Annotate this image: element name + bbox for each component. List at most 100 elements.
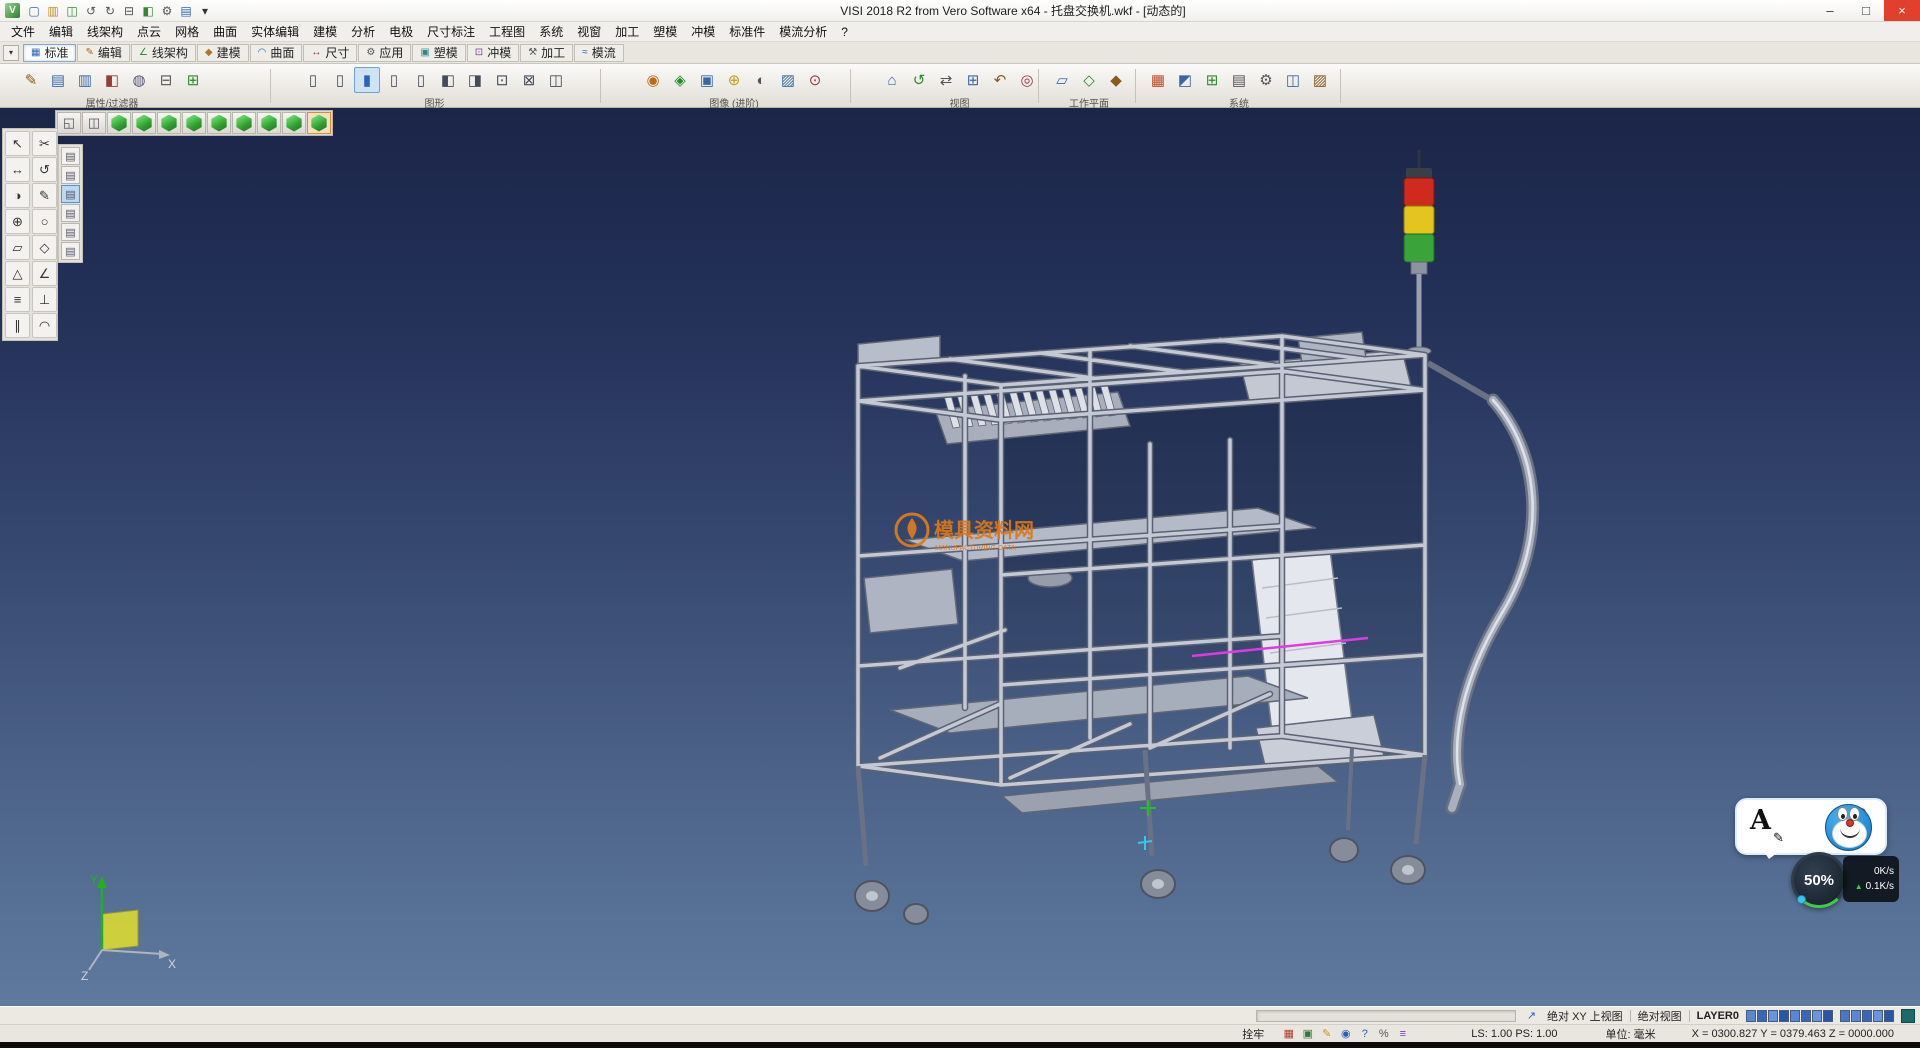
rotate-view-icon[interactable]: ↺ [906, 67, 932, 93]
system-table-icon[interactable]: ▤ [1226, 67, 1252, 93]
widget-dot-icon[interactable] [1797, 895, 1806, 904]
filter-type-icon[interactable]: ◍ [126, 67, 152, 93]
layer-color-swatch[interactable] [1768, 1010, 1778, 1022]
filter-add-icon[interactable]: ⊞ [180, 67, 206, 93]
menu-window[interactable]: 视窗 [570, 21, 608, 42]
absolute-view-label[interactable]: 绝对视图 [1638, 1008, 1682, 1024]
tab-dropdown-button[interactable]: ▾ [3, 45, 19, 61]
3d-viewport[interactable]: 模具资料网 MANUFACTURING DATA ◱◫ ↖✂↔↺◑✎⊕○▱◇△∠… [0, 108, 1920, 1006]
help-icon[interactable]: ? [1356, 1026, 1373, 1042]
layer-color-swatch[interactable] [1851, 1010, 1861, 1022]
help-book-icon[interactable]: ▤ [177, 2, 195, 20]
image-capture-icon[interactable]: ▣ [1299, 1026, 1316, 1042]
workplane-view-icon[interactable]: ◆ [1103, 67, 1129, 93]
menu-electrode[interactable]: 电极 [382, 21, 420, 42]
tab-dimension[interactable]: ↔尺寸 [303, 44, 357, 62]
menu-mold[interactable]: 塑模 [646, 21, 684, 42]
menu-drawing[interactable]: 工程图 [482, 21, 532, 42]
viewport-multi-icon[interactable]: ◫ [82, 112, 106, 134]
menu-flow-analysis[interactable]: 模流分析 [772, 21, 834, 42]
save-document-icon[interactable]: ◫ [63, 2, 81, 20]
maximize-button[interactable]: □ [1848, 0, 1884, 21]
menu-surface[interactable]: 曲面 [206, 21, 244, 42]
active-layer-label[interactable]: LAYER0 [1697, 1010, 1739, 1022]
current-view-label[interactable]: 绝对 XY 上视图 [1547, 1008, 1623, 1024]
clipboard-icon[interactable]: ▤ [61, 185, 80, 203]
perpendicular-icon[interactable]: ⊥ [32, 287, 57, 312]
menu-help[interactable]: ? [834, 23, 855, 41]
clipboard-icon[interactable]: ▤ [61, 223, 80, 241]
point-icon[interactable]: ⊕ [5, 209, 30, 234]
menu-system[interactable]: 系统 [532, 21, 570, 42]
wireframe-display-icon[interactable]: ▯ [300, 67, 326, 93]
previous-view-icon[interactable]: ↶ [987, 67, 1013, 93]
menu-edit[interactable]: 编辑 [42, 21, 80, 42]
rendered-display-icon[interactable]: ▯ [381, 67, 407, 93]
layer-color-swatch[interactable] [1873, 1010, 1883, 1022]
translate-icon[interactable]: ↔ [5, 157, 30, 182]
snap-lock-label[interactable]: 拴牢 [1242, 1026, 1264, 1042]
triangle-icon[interactable]: △ [5, 261, 30, 286]
dynamic-view-icon[interactable]: ◎ [1014, 67, 1040, 93]
angle-icon[interactable]: ∠ [32, 261, 57, 286]
view-right-button[interactable] [282, 112, 306, 134]
rotate-icon[interactable]: ↺ [32, 157, 57, 182]
attribute-edit-icon[interactable]: ✎ [18, 67, 44, 93]
menu-standard-parts[interactable]: 标准件 [722, 21, 772, 42]
view-iso-button[interactable] [107, 112, 131, 134]
filter-remove-icon[interactable]: ⊟ [153, 67, 179, 93]
tab-machining[interactable]: ⚒加工 [520, 44, 573, 62]
lighting-icon[interactable]: ⊕ [721, 67, 747, 93]
clipboard-icon[interactable]: ▤ [61, 204, 80, 222]
clipboard-icon[interactable]: ▤ [61, 242, 80, 260]
menu-modeling[interactable]: 建模 [306, 21, 344, 42]
transparent-display-icon[interactable]: ▯ [408, 67, 434, 93]
layer-color-swatch[interactable] [1746, 1010, 1756, 1022]
snapshot-icon[interactable]: ⊙ [802, 67, 828, 93]
layer-color-swatch[interactable] [1823, 1010, 1833, 1022]
sketch-icon[interactable]: ✎ [32, 183, 57, 208]
zoom-window-icon[interactable]: ⊞ [960, 67, 986, 93]
tab-standard[interactable]: ▦标准 [23, 44, 76, 62]
system-hatch-icon[interactable]: ▨ [1307, 67, 1333, 93]
plane-icon[interactable]: ▱ [5, 235, 30, 260]
qat-dropdown-icon[interactable]: ▾ [196, 2, 214, 20]
menu-file[interactable]: 文件 [4, 21, 42, 42]
section-view-icon[interactable]: ◨ [462, 67, 488, 93]
workplane-entity-icon[interactable]: ◇ [1076, 67, 1102, 93]
tab-edit[interactable]: ✎编辑 [77, 44, 129, 62]
layer-list-icon[interactable]: ≡ [5, 287, 30, 312]
view-front-button[interactable] [207, 112, 231, 134]
menu-die[interactable]: 冲模 [684, 21, 722, 42]
system-display-icon[interactable]: ◩ [1172, 67, 1198, 93]
close-button[interactable]: × [1884, 0, 1920, 21]
menu-analysis[interactable]: 分析 [344, 21, 382, 42]
polygon-icon[interactable]: ◇ [32, 235, 57, 260]
print-icon[interactable]: ⊟ [120, 2, 138, 20]
tab-application[interactable]: ⚙应用 [358, 44, 411, 62]
box-display-icon[interactable]: ⊡ [489, 67, 515, 93]
layer-color-swatch[interactable] [1884, 1010, 1894, 1022]
view-top-button[interactable] [157, 112, 181, 134]
compare-view-icon[interactable]: ◫ [543, 67, 569, 93]
layer-color-swatch[interactable] [1840, 1010, 1850, 1022]
zoom-extents-icon[interactable]: ⌂ [879, 67, 905, 93]
layer-color-swatch[interactable] [1862, 1010, 1872, 1022]
background-icon[interactable]: ▨ [775, 67, 801, 93]
shading-icon[interactable]: ◑ [5, 183, 30, 208]
arc-icon[interactable]: ◠ [32, 313, 57, 338]
mesh-display-icon[interactable]: ⊠ [516, 67, 542, 93]
current-color-swatch[interactable] [1901, 1009, 1915, 1023]
attribute-copy-icon[interactable]: ▤ [45, 67, 71, 93]
viewport-single-icon[interactable]: ◱ [57, 112, 81, 134]
settings-gear-icon[interactable]: ⚙ [158, 2, 176, 20]
system-grid-icon[interactable]: ⊞ [1199, 67, 1225, 93]
menu-machining[interactable]: 加工 [608, 21, 646, 42]
tab-modeling[interactable]: ◆建模 [197, 44, 249, 62]
snap-grid-icon[interactable]: ▦ [1280, 1026, 1297, 1042]
layer-color-swatch[interactable] [1801, 1010, 1811, 1022]
circle-icon[interactable]: ○ [32, 209, 57, 234]
material-icon[interactable]: ◈ [667, 67, 693, 93]
layer-color-swatch[interactable] [1812, 1010, 1822, 1022]
filter-layer-icon[interactable]: ▥ [72, 67, 98, 93]
